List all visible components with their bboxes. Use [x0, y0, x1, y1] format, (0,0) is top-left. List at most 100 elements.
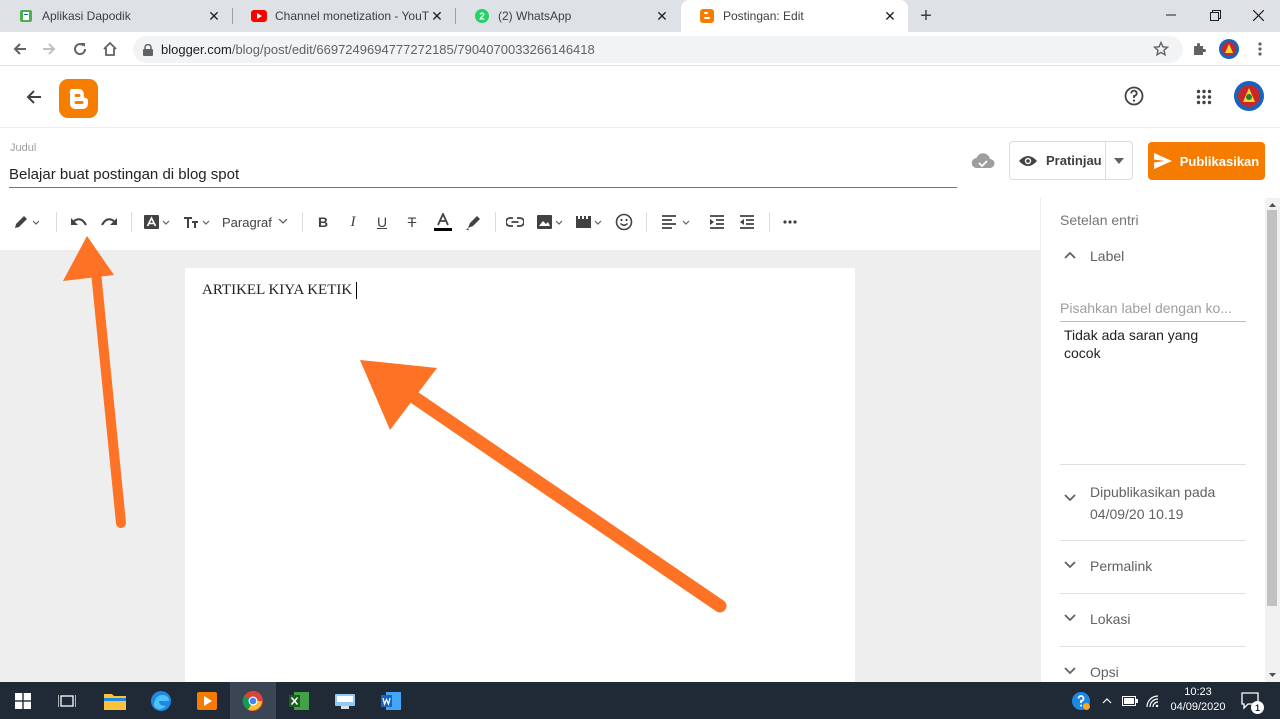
taskbar-media-player[interactable]: [184, 682, 230, 719]
tab-title: (2) WhatsApp: [498, 9, 572, 23]
italic-button[interactable]: I: [343, 211, 363, 233]
tray-help-icon[interactable]: [1068, 682, 1094, 719]
insert-video-button[interactable]: [574, 211, 604, 233]
chevron-down-icon: [1060, 611, 1080, 622]
redo-button[interactable]: [98, 211, 120, 233]
task-view-button[interactable]: [44, 682, 90, 719]
notification-count-badge: 1: [1251, 701, 1264, 714]
taskbar-excel[interactable]: [276, 682, 322, 719]
publish-button[interactable]: Publikasikan: [1148, 142, 1265, 180]
post-body-editor[interactable]: ARTIKEL KIYA KETIK: [185, 268, 855, 682]
notification-center-button[interactable]: 1: [1238, 682, 1264, 719]
send-icon: [1153, 153, 1172, 169]
show-hidden-icons-chevron-icon[interactable]: [1098, 682, 1116, 719]
chevron-down-icon: [1060, 664, 1080, 675]
taskbar-clock[interactable]: 10:23 04/09/2020: [1166, 685, 1230, 715]
star-icon[interactable]: [1153, 41, 1169, 57]
reload-button[interactable]: [68, 37, 92, 61]
undo-icon: [71, 218, 87, 226]
more-horiz-icon: [783, 220, 797, 224]
options-section-toggle[interactable]: Opsi: [1060, 664, 1119, 680]
indent-button[interactable]: [707, 211, 727, 233]
published-section-toggle[interactable]: Dipublikasikan pada 04/09/20 10.19: [1060, 481, 1215, 525]
forward-button[interactable]: [37, 37, 61, 61]
strikethrough-button[interactable]: T: [402, 211, 422, 233]
text-color-button[interactable]: [432, 211, 454, 233]
tab-youtube[interactable]: Channel monetization - YouTube ✕: [233, 0, 455, 32]
align-button[interactable]: [660, 211, 692, 233]
restore-icon: [1209, 9, 1221, 21]
kebab-menu-icon: [1258, 42, 1262, 56]
puzzle-icon: [1194, 43, 1206, 55]
tab-aplikasi-dapodik[interactable]: Aplikasi Dapodik ✕: [0, 0, 232, 32]
account-avatar[interactable]: [1233, 80, 1265, 112]
bold-button[interactable]: B: [313, 211, 333, 233]
permalink-section-toggle[interactable]: Permalink: [1060, 558, 1152, 574]
insert-emoji-button[interactable]: [613, 211, 635, 233]
saved-cloud-icon: [970, 150, 996, 172]
font-icon: [144, 215, 170, 229]
paragraph-style-dropdown[interactable]: Paragraf: [222, 211, 290, 233]
wifi-icon[interactable]: [1144, 682, 1164, 719]
home-button[interactable]: [98, 37, 122, 61]
taskbar-file-explorer[interactable]: [92, 682, 138, 719]
close-icon[interactable]: ✕: [654, 8, 670, 24]
location-section-toggle[interactable]: Lokasi: [1060, 611, 1130, 627]
undo-button[interactable]: [68, 211, 90, 233]
label-input[interactable]: Pisahkan label dengan ko...: [1060, 300, 1246, 322]
preview-button[interactable]: Pratinjau: [1010, 142, 1106, 179]
compose-mode-button[interactable]: [10, 211, 42, 233]
highlight-button[interactable]: [463, 211, 485, 233]
browser-tab-strip: Aplikasi Dapodik ✕ Channel monetization …: [0, 0, 1280, 32]
post-body-text: ARTIKEL KIYA KETIK: [202, 282, 353, 298]
new-tab-button[interactable]: +: [914, 4, 938, 28]
label-section-toggle[interactable]: Label: [1060, 248, 1124, 264]
minimize-button[interactable]: [1149, 0, 1193, 30]
taskbar-edge[interactable]: [138, 682, 184, 719]
chrome-menu-button[interactable]: [1248, 37, 1272, 61]
insert-image-button[interactable]: [535, 211, 565, 233]
more-options-button[interactable]: [780, 211, 800, 233]
excel-icon: [289, 691, 309, 710]
battery-icon[interactable]: [1120, 682, 1140, 719]
close-icon[interactable]: ✕: [206, 8, 222, 24]
font-size-button[interactable]: [182, 211, 212, 233]
underline-button[interactable]: U: [372, 211, 392, 233]
help-button[interactable]: [1122, 84, 1146, 108]
clock-date: 04/09/2020: [1170, 701, 1226, 713]
address-bar[interactable]: blogger.com/blog/post/edit/6697249694777…: [133, 36, 1183, 63]
insert-link-button[interactable]: [504, 211, 526, 233]
close-icon[interactable]: ✕: [882, 8, 898, 24]
scrollbar-thumb[interactable]: [1267, 210, 1277, 606]
apps-button[interactable]: [1192, 85, 1216, 109]
youtube-icon: [251, 8, 267, 24]
highlighter-icon: [466, 216, 480, 230]
toolbar-divider: [769, 212, 770, 232]
back-button[interactable]: [8, 37, 32, 61]
whatsapp-badge: 2: [479, 12, 485, 23]
toolbar-divider: [302, 212, 303, 232]
close-window-button[interactable]: [1236, 0, 1280, 30]
arrow-left-icon: [26, 90, 41, 104]
taskbar-word[interactable]: [368, 682, 414, 719]
start-button[interactable]: [0, 682, 46, 719]
post-title-input[interactable]: [9, 162, 957, 188]
extensions-button[interactable]: [1187, 37, 1211, 61]
tab-postingan-edit[interactable]: Postingan: Edit ✕: [681, 0, 908, 32]
preview-dropdown-button[interactable]: [1106, 157, 1132, 164]
profile-avatar[interactable]: [1217, 37, 1241, 61]
tab-whatsapp[interactable]: 2 (2) WhatsApp ✕: [456, 0, 680, 32]
link-icon: [506, 217, 524, 227]
taskbar-keyboard-app[interactable]: [322, 682, 368, 719]
url-path: /blog/post/edit/6697249694777272185/7904…: [231, 42, 595, 57]
taskbar-chrome[interactable]: [230, 682, 276, 719]
back-to-posts-button[interactable]: [22, 85, 46, 109]
close-icon[interactable]: ✕: [429, 8, 445, 24]
outdent-button[interactable]: [737, 211, 757, 233]
font-button[interactable]: [142, 211, 172, 233]
options-title: Opsi: [1090, 664, 1119, 680]
blogger-logo[interactable]: [59, 79, 98, 118]
published-date: 04/09/20 10.19: [1090, 506, 1184, 522]
minimize-icon: [1166, 14, 1176, 16]
maximize-button[interactable]: [1193, 0, 1237, 30]
